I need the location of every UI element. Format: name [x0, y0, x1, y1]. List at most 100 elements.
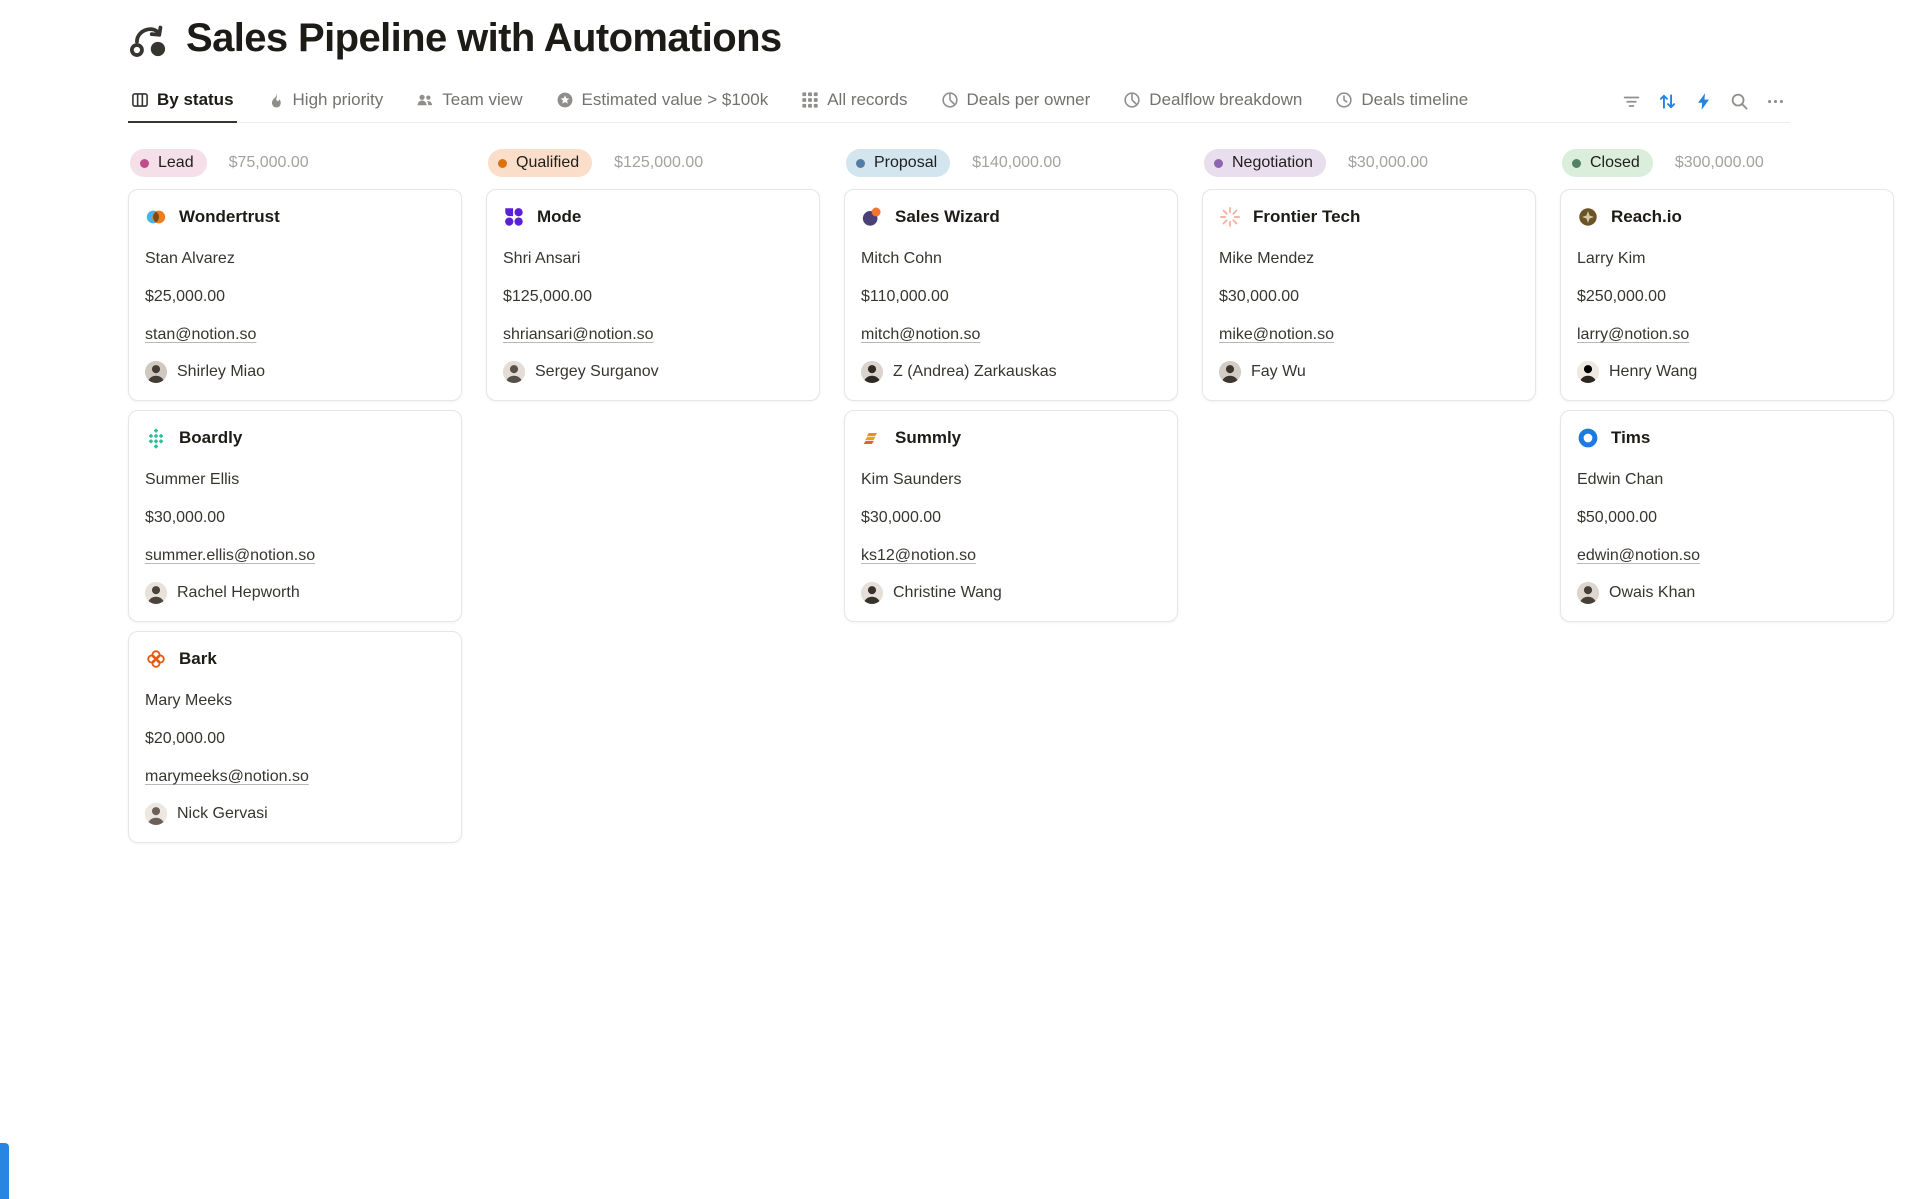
- people-icon: [416, 91, 434, 109]
- tab-all-records[interactable]: All records: [798, 81, 910, 123]
- avatar: [145, 361, 167, 383]
- card-owner: Owais Khan: [1577, 582, 1877, 604]
- deal-card[interactable]: Tims Edwin Chan $50,000.00 edwin@notion.…: [1560, 410, 1894, 622]
- deal-card[interactable]: Bark Mary Meeks $20,000.00 marymeeks@not…: [128, 631, 462, 843]
- card-email-link[interactable]: mike@notion.so: [1219, 326, 1334, 343]
- column-closed: Closed $300,000.00 Reach.io Larry Kim $2…: [1560, 149, 1894, 631]
- card-value: $25,000.00: [145, 287, 445, 306]
- card-value: $110,000.00: [861, 287, 1161, 306]
- owner-name: Owais Khan: [1609, 584, 1695, 602]
- tab-label: All records: [827, 90, 907, 110]
- pie-chart-icon: [1123, 91, 1141, 109]
- card-contact: Mary Meeks: [145, 691, 445, 710]
- tab-deals-timeline[interactable]: Deals timeline: [1332, 81, 1471, 123]
- deal-card[interactable]: Sales Wizard Mitch Cohn $110,000.00 mitc…: [844, 189, 1178, 401]
- bark-logo: [145, 648, 167, 670]
- tab-label: Deals timeline: [1361, 90, 1468, 110]
- owner-name: Fay Wu: [1251, 363, 1306, 381]
- owner-name: Z (Andrea) Zarkauskas: [893, 363, 1057, 381]
- lightning-icon[interactable]: [1688, 87, 1718, 117]
- tab-by-status[interactable]: By status: [128, 81, 237, 123]
- star-badge-icon: [556, 91, 574, 109]
- card-contact: Larry Kim: [1577, 249, 1877, 268]
- card-contact: Mitch Cohn: [861, 249, 1161, 268]
- card-company-name: Reach.io: [1611, 207, 1682, 227]
- card-contact: Edwin Chan: [1577, 470, 1877, 489]
- owner-name: Christine Wang: [893, 584, 1002, 602]
- tab-deals-per-owner[interactable]: Deals per owner: [938, 81, 1094, 123]
- card-value: $30,000.00: [145, 508, 445, 527]
- card-email-link[interactable]: edwin@notion.so: [1577, 547, 1700, 564]
- status-label: Qualified: [516, 154, 579, 172]
- card-company-name: Frontier Tech: [1253, 207, 1360, 227]
- owner-name: Nick Gervasi: [177, 805, 268, 823]
- card-owner: Christine Wang: [861, 582, 1161, 604]
- page-edge-indicator[interactable]: [0, 1143, 9, 1199]
- column-total: $75,000.00: [229, 154, 309, 172]
- summly-logo: [861, 427, 883, 449]
- owner-name: Henry Wang: [1609, 363, 1697, 381]
- status-dot-icon: [1214, 159, 1223, 168]
- card-value: $125,000.00: [503, 287, 803, 306]
- deal-card[interactable]: Summly Kim Saunders $30,000.00 ks12@noti…: [844, 410, 1178, 622]
- card-contact: Kim Saunders: [861, 470, 1161, 489]
- card-company-name: Wondertrust: [179, 207, 280, 227]
- deal-card[interactable]: Frontier Tech Mike Mendez $30,000.00 mik…: [1202, 189, 1536, 401]
- card-company-name: Sales Wizard: [895, 207, 1000, 227]
- avatar: [145, 582, 167, 604]
- owner-name: Sergey Surganov: [535, 363, 659, 381]
- column-header: Lead $75,000.00: [130, 149, 462, 177]
- card-value: $50,000.00: [1577, 508, 1877, 527]
- status-dot-icon: [140, 159, 149, 168]
- status-badge[interactable]: Closed: [1562, 149, 1653, 177]
- card-email-link[interactable]: mitch@notion.so: [861, 326, 980, 343]
- column-header: Qualified $125,000.00: [488, 149, 820, 177]
- card-email-link[interactable]: stan@notion.so: [145, 326, 256, 343]
- card-contact: Summer Ellis: [145, 470, 445, 489]
- mode-logo: [503, 206, 525, 228]
- board-icon: [131, 91, 149, 109]
- card-company-name: Boardly: [179, 428, 242, 448]
- card-email-link[interactable]: ks12@notion.so: [861, 547, 976, 564]
- tab-label: Dealflow breakdown: [1149, 90, 1302, 110]
- tab-team-view[interactable]: Team view: [413, 81, 525, 123]
- deal-card[interactable]: Boardly Summer Ellis $30,000.00 summer.e…: [128, 410, 462, 622]
- wondertrust-logo: [145, 206, 167, 228]
- column-total: $140,000.00: [972, 154, 1061, 172]
- deal-card[interactable]: Wondertrust Stan Alvarez $25,000.00 stan…: [128, 189, 462, 401]
- card-company-name: Summly: [895, 428, 961, 448]
- card-email-link[interactable]: marymeeks@notion.so: [145, 768, 309, 785]
- grid-icon: [801, 91, 819, 109]
- tab-high-priority[interactable]: High priority: [264, 81, 387, 123]
- page-title[interactable]: Sales Pipeline with Automations: [186, 16, 782, 61]
- card-contact: Stan Alvarez: [145, 249, 445, 268]
- column-lead: Lead $75,000.00 Wondertrust Stan Alvarez…: [128, 149, 462, 852]
- card-value: $30,000.00: [1219, 287, 1519, 306]
- status-label: Negotiation: [1232, 154, 1313, 172]
- card-email-link[interactable]: shriansari@notion.so: [503, 326, 654, 343]
- deal-card[interactable]: Mode Shri Ansari $125,000.00 shriansari@…: [486, 189, 820, 401]
- avatar: [145, 803, 167, 825]
- status-badge[interactable]: Negotiation: [1204, 149, 1326, 177]
- sort-arrows-icon[interactable]: [1652, 87, 1682, 117]
- search-icon[interactable]: [1724, 87, 1754, 117]
- status-dot-icon: [856, 159, 865, 168]
- tims-logo: [1577, 427, 1599, 449]
- tab-dealflow-breakdown[interactable]: Dealflow breakdown: [1120, 81, 1305, 123]
- card-company-name: Bark: [179, 649, 217, 669]
- tab-label: Deals per owner: [967, 90, 1091, 110]
- status-badge[interactable]: Qualified: [488, 149, 592, 177]
- card-contact: Mike Mendez: [1219, 249, 1519, 268]
- status-label: Closed: [1590, 154, 1640, 172]
- column-total: $300,000.00: [1675, 154, 1764, 172]
- more-icon[interactable]: [1760, 87, 1790, 117]
- card-owner: Fay Wu: [1219, 361, 1519, 383]
- card-email-link[interactable]: larry@notion.so: [1577, 326, 1689, 343]
- card-email-link[interactable]: summer.ellis@notion.so: [145, 547, 315, 564]
- tab-estimated-value[interactable]: Estimated value > $100k: [553, 81, 772, 123]
- status-badge[interactable]: Proposal: [846, 149, 950, 177]
- filter-icon[interactable]: [1616, 87, 1646, 117]
- deal-card[interactable]: Reach.io Larry Kim $250,000.00 larry@not…: [1560, 189, 1894, 401]
- status-badge[interactable]: Lead: [130, 149, 207, 177]
- sales-wizard-logo: [861, 206, 883, 228]
